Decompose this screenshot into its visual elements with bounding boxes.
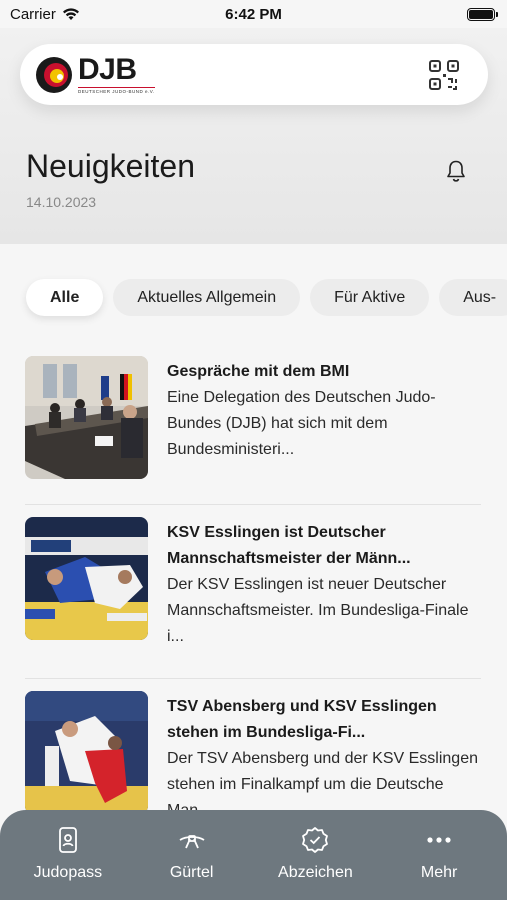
header: DJB DEUTSCHER JUDO-BUND e.V. Neuigkeiten… (0, 28, 507, 244)
logo-text: DJB (78, 53, 137, 86)
category-filter: Alle Aktuelles Allgemein Für Aktive Aus- (26, 279, 507, 316)
logo-bar: DJB DEUTSCHER JUDO-BUND e.V. (20, 44, 488, 105)
clock: 6:42 PM (225, 5, 282, 23)
nav-label: Mehr (420, 864, 458, 881)
news-thumbnail (25, 356, 148, 479)
news-thumbnail (25, 691, 148, 814)
nav-label: Judopass (33, 864, 103, 881)
wifi-icon (62, 8, 79, 20)
badge-icon (302, 827, 329, 853)
qr-code-icon[interactable] (428, 59, 460, 91)
news-item[interactable]: Gespräche mit dem BMI Eine Delegation de… (25, 356, 481, 504)
news-excerpt: Der KSV Esslingen ist neuer Deutscher Ma… (167, 576, 469, 645)
news-excerpt: Eine Delegation des Deutschen Judo-Bunde… (167, 389, 436, 458)
bell-icon[interactable] (445, 159, 467, 183)
logo-subtitle: DEUTSCHER JUDO-BUND e.V. (78, 87, 155, 94)
nav-label: Abzeichen (278, 864, 353, 881)
nav-guertel[interactable]: Gürtel (132, 826, 252, 900)
carrier-label: Carrier (10, 5, 56, 23)
filter-chip-aktuelles-allgemein[interactable]: Aktuelles Allgemein (113, 279, 301, 316)
nav-abzeichen[interactable]: Abzeichen (255, 826, 375, 900)
id-card-icon (58, 827, 77, 853)
news-title: TSV Abensberg und KSV Esslingen stehen i… (167, 698, 437, 741)
bottom-nav: Judopass Gürtel Abzeichen Mehr (0, 810, 507, 900)
news-title: Gespräche mit dem BMI (167, 363, 350, 380)
filter-chip-fuer-aktive[interactable]: Für Aktive (310, 279, 430, 316)
page-title: Neuigkeiten (26, 148, 195, 184)
belt-icon (179, 835, 205, 849)
news-title: KSV Esslingen ist Deutscher Mannschaftsm… (167, 524, 411, 567)
status-bar: Carrier 6:42 PM (0, 0, 507, 28)
page-date: 14.10.2023 (26, 194, 97, 210)
filter-chip-alle[interactable]: Alle (26, 279, 104, 316)
nav-mehr[interactable]: Mehr (379, 826, 499, 900)
nav-label: Gürtel (169, 864, 214, 881)
news-thumbnail (25, 517, 148, 640)
djb-logo-mark-icon (36, 56, 72, 93)
news-item[interactable]: KSV Esslingen ist Deutscher Mannschaftsm… (25, 504, 481, 678)
news-list: Gespräche mit dem BMI Eine Delegation de… (25, 356, 481, 852)
more-icon (427, 837, 451, 843)
djb-logo[interactable]: DJB DEUTSCHER JUDO-BUND e.V. (34, 55, 155, 95)
battery-icon (467, 7, 498, 21)
filter-chip-aus[interactable]: Aus- (439, 279, 507, 316)
nav-judopass[interactable]: Judopass (8, 826, 128, 900)
